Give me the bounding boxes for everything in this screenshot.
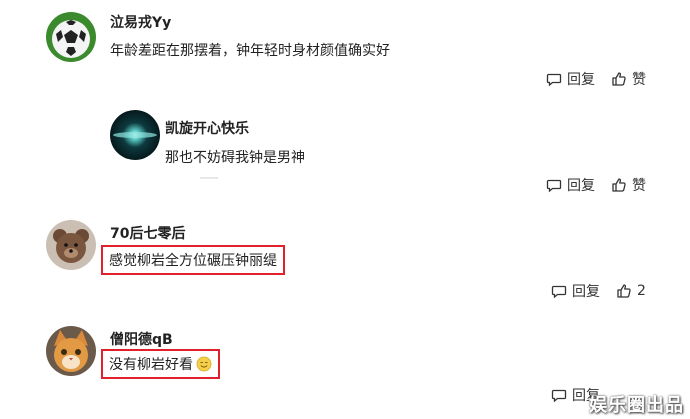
comment-text: 没有柳岩好看 (109, 357, 193, 373)
comment-actions: 回复 2 (551, 281, 646, 301)
eclipse-avatar-icon (110, 110, 160, 160)
username[interactable]: 凯旋开心快乐 (165, 118, 249, 138)
thumbs-up-icon (612, 178, 626, 192)
avatar[interactable] (46, 220, 96, 270)
comment-text-highlighted: 感觉柳岩全方位碾压钟丽缇 (101, 245, 285, 275)
like-button[interactable]: 2 (616, 283, 646, 299)
thumbs-up-icon (612, 72, 626, 86)
comment-text: 年龄差距在那摆着，钟年轻时身材颜值确实好 (110, 43, 390, 59)
comment-bubble-icon (551, 285, 567, 299)
reply-label: 回复 (572, 284, 600, 300)
like-button[interactable]: 赞 (611, 69, 646, 89)
smiley-emoji-icon (196, 356, 212, 372)
like-count: 2 (637, 283, 646, 299)
username[interactable]: 70后七零后 (110, 223, 185, 243)
like-label: 赞 (632, 72, 646, 88)
comment-actions: 回复 赞 (546, 69, 646, 89)
avatar[interactable] (110, 110, 160, 160)
cat-avatar-icon (46, 326, 96, 376)
avatar[interactable] (46, 12, 96, 62)
comment-actions: 回复 赞 (546, 175, 646, 195)
comment-text-highlighted: 没有柳岩好看 (101, 349, 220, 379)
like-button[interactable]: 赞 (611, 175, 646, 195)
reply-button[interactable]: 回复 (551, 281, 600, 301)
comment-bubble-icon (551, 389, 567, 403)
soccer-ball-avatar-icon (46, 12, 96, 62)
reply-label: 回复 (567, 72, 595, 88)
thumbs-up-icon (617, 284, 631, 298)
reply-label: 回复 (567, 178, 595, 194)
watermark: 娱乐圈出品 (589, 395, 684, 416)
divider (200, 177, 218, 179)
reply-button[interactable]: 回复 (546, 175, 595, 195)
comment-bubble-icon (546, 73, 562, 87)
like-label: 赞 (632, 178, 646, 194)
teddy-bear-avatar-icon (46, 220, 96, 270)
comment-bubble-icon (546, 179, 562, 193)
username[interactable]: 泣易戎Yy (110, 12, 171, 32)
avatar[interactable] (46, 326, 96, 376)
username[interactable]: 僧阳德qB (110, 329, 173, 349)
reply-button[interactable]: 回复 (546, 69, 595, 89)
comment-text: 那也不妨碍我钟是男神 (165, 150, 305, 166)
